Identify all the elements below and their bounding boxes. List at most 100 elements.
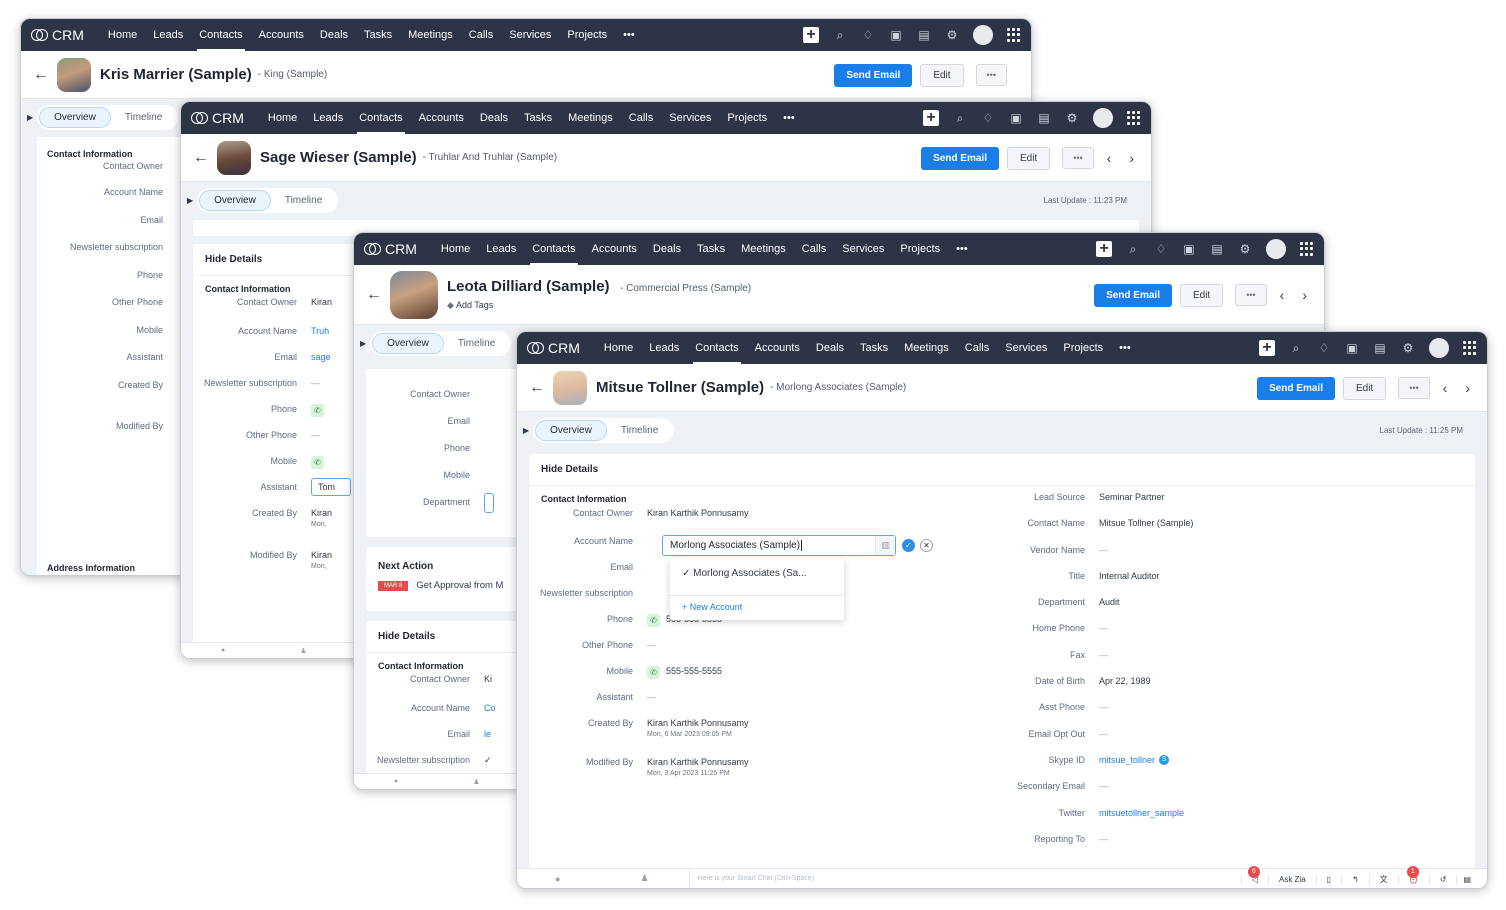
- plus-icon[interactable]: +: [1259, 340, 1275, 356]
- search-icon[interactable]: ⌕: [1289, 341, 1303, 355]
- nav-projects[interactable]: Projects: [719, 102, 775, 134]
- alarm-icon[interactable]: ⏰ 1: [1397, 865, 1429, 884]
- nav-deals[interactable]: Deals: [808, 332, 852, 364]
- contacts-icon[interactable]: ♟: [300, 647, 306, 655]
- send-email-button[interactable]: Send Email: [1094, 283, 1172, 307]
- apps-grid-icon[interactable]: [1007, 28, 1021, 42]
- collapse-panel-icon[interactable]: ▶: [523, 426, 529, 435]
- apps-grid-icon[interactable]: [1127, 111, 1141, 125]
- crm-brand[interactable]: CRM: [527, 340, 580, 356]
- nav-tasks[interactable]: Tasks: [356, 19, 400, 51]
- nav-contacts[interactable]: Contacts: [351, 102, 410, 134]
- nav-home[interactable]: Home: [596, 332, 641, 364]
- phone-icon[interactable]: ✆: [311, 456, 324, 469]
- nav-projects[interactable]: Projects: [559, 19, 615, 51]
- nav-meetings[interactable]: Meetings: [560, 102, 621, 134]
- phone-icon[interactable]: ✆: [647, 666, 660, 679]
- gear-icon[interactable]: ⚙: [1065, 111, 1079, 125]
- chat-icon[interactable]: ●: [394, 778, 398, 785]
- back-arrow-icon[interactable]: ←: [33, 66, 49, 84]
- tab-timeline[interactable]: Timeline: [271, 191, 336, 210]
- nav-meetings[interactable]: Meetings: [400, 19, 461, 51]
- redirect-icon[interactable]: ↰: [1341, 874, 1369, 884]
- bell-icon[interactable]: ♢: [861, 28, 875, 42]
- marketplace-icon[interactable]: ▤: [1373, 341, 1387, 355]
- apps-grid-icon[interactable]: [1300, 242, 1314, 256]
- edit-button[interactable]: Edit: [1179, 283, 1224, 307]
- nav-projects[interactable]: Projects: [892, 233, 948, 265]
- history-icon[interactable]: ↺: [1428, 874, 1457, 884]
- collapse-panel-icon[interactable]: ▶: [360, 339, 366, 348]
- gear-icon[interactable]: ⚙: [1238, 242, 1252, 256]
- save-check-icon[interactable]: ✓: [902, 539, 915, 552]
- nav-calls[interactable]: Calls: [461, 19, 501, 51]
- nav-leads[interactable]: Leads: [145, 19, 191, 51]
- department-input[interactable]: [484, 493, 494, 513]
- account-lookup-icon[interactable]: ▥: [875, 536, 895, 555]
- nav-meetings[interactable]: Meetings: [896, 332, 957, 364]
- recycle-icon[interactable]: ▤: [1456, 874, 1477, 884]
- collapse-panel-icon[interactable]: ▶: [187, 196, 193, 205]
- account-link[interactable]: Truh: [311, 326, 329, 336]
- email-link[interactable]: sage: [311, 352, 331, 362]
- mobile-value[interactable]: 555-555-5555: [666, 666, 722, 676]
- nav-contacts[interactable]: Contacts: [191, 19, 250, 51]
- tab-overview[interactable]: Overview: [372, 332, 444, 354]
- account-link[interactable]: Co: [484, 703, 496, 713]
- nav-deals[interactable]: Deals: [312, 19, 356, 51]
- email-link[interactable]: le: [484, 729, 491, 739]
- nav-contacts[interactable]: Contacts: [524, 233, 583, 265]
- contacts-icon[interactable]: ♟: [473, 778, 479, 786]
- contacts-icon[interactable]: ♟: [640, 873, 648, 884]
- account-name-input[interactable]: Morlong Associates (Sample) ▥: [662, 535, 896, 556]
- bell-icon[interactable]: ♢: [1317, 341, 1331, 355]
- previous-record-icon[interactable]: ‹: [1438, 380, 1453, 396]
- translate-icon[interactable]: 文: [1368, 873, 1398, 885]
- new-account-link[interactable]: + New Account: [670, 596, 844, 618]
- nav-more[interactable]: •••: [1111, 332, 1139, 364]
- user-avatar[interactable]: [1093, 108, 1113, 128]
- marketplace-icon[interactable]: ▤: [1210, 242, 1224, 256]
- nav-services[interactable]: Services: [661, 102, 719, 134]
- nav-more[interactable]: •••: [948, 233, 976, 265]
- search-icon[interactable]: ⌕: [833, 28, 847, 42]
- plus-icon[interactable]: +: [803, 27, 819, 43]
- announcement-icon[interactable]: ◁ 6: [1240, 865, 1268, 884]
- phone-icon[interactable]: ✆: [647, 614, 660, 627]
- nav-leads[interactable]: Leads: [641, 332, 687, 364]
- phone-icon[interactable]: ✆: [311, 404, 324, 417]
- skype-link[interactable]: mitsue_tollner: [1099, 755, 1155, 765]
- cancel-close-icon[interactable]: ✕: [920, 539, 933, 552]
- nav-contacts[interactable]: Contacts: [687, 332, 746, 364]
- back-arrow-icon[interactable]: ←: [193, 149, 209, 167]
- next-record-icon[interactable]: ›: [1460, 380, 1475, 396]
- more-actions-button[interactable]: •••: [975, 64, 1007, 86]
- skype-icon[interactable]: S: [1159, 754, 1170, 765]
- nav-tasks[interactable]: Tasks: [516, 102, 560, 134]
- search-icon[interactable]: ⌕: [1126, 242, 1140, 256]
- bell-icon[interactable]: ♢: [1154, 242, 1168, 256]
- apps-grid-icon[interactable]: [1463, 341, 1477, 355]
- back-arrow-icon[interactable]: ←: [529, 379, 545, 397]
- gear-icon[interactable]: ⚙: [1401, 341, 1415, 355]
- plus-icon[interactable]: +: [1096, 241, 1112, 257]
- nav-accounts[interactable]: Accounts: [251, 19, 312, 51]
- send-email-button[interactable]: Send Email: [1257, 376, 1335, 400]
- send-email-button[interactable]: Send Email: [834, 63, 913, 87]
- crm-brand[interactable]: CRM: [31, 27, 84, 43]
- chat-icon[interactable]: ●: [555, 874, 560, 884]
- contact-photo[interactable]: [553, 370, 587, 405]
- nav-services[interactable]: Services: [834, 233, 892, 265]
- contact-photo[interactable]: [57, 57, 91, 92]
- nav-home[interactable]: Home: [433, 233, 478, 265]
- nav-services[interactable]: Services: [501, 19, 559, 51]
- nav-deals[interactable]: Deals: [472, 102, 516, 134]
- calendar-icon[interactable]: ▣: [1182, 242, 1196, 256]
- send-email-button[interactable]: Send Email: [921, 146, 999, 170]
- nav-calls[interactable]: Calls: [621, 102, 661, 134]
- next-record-icon[interactable]: ›: [1124, 150, 1139, 166]
- notes-icon[interactable]: ▯: [1315, 874, 1341, 884]
- nav-services[interactable]: Services: [997, 332, 1055, 364]
- marketplace-icon[interactable]: ▤: [1037, 111, 1051, 125]
- nav-tasks[interactable]: Tasks: [852, 332, 896, 364]
